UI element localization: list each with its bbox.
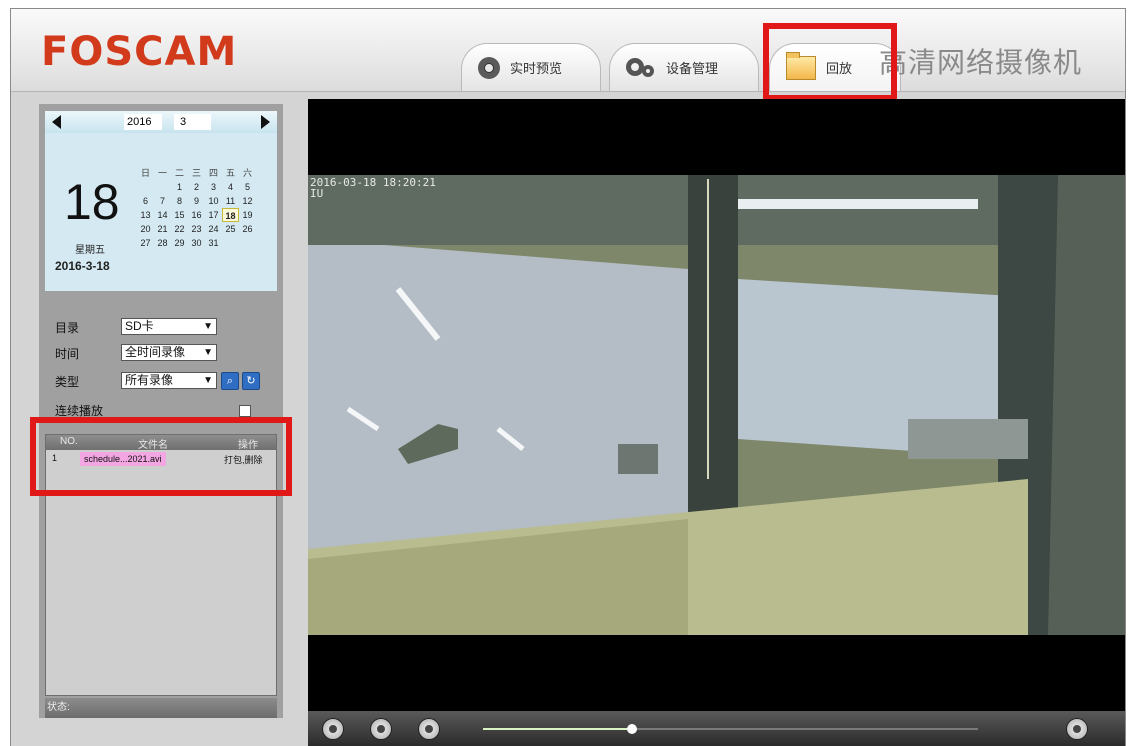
tab-device-settings-label: 设备管理 [666, 61, 719, 76]
calendar-day[interactable]: 22 [171, 222, 188, 236]
calendar-day[interactable]: 16 [188, 208, 205, 222]
target-select-value: SD卡 [125, 319, 154, 333]
weekday-header: 四 [208, 168, 218, 178]
calendar-day[interactable]: 6 [137, 194, 154, 208]
progress-slider[interactable] [483, 724, 978, 734]
chevron-down-icon: ▼ [203, 347, 213, 358]
playback-controls [308, 711, 1125, 746]
header: FOSCAM 实时预览 设备管理 回放 高清网络摄像机 [11, 9, 1125, 92]
calendar-day[interactable]: 14 [154, 208, 171, 222]
type-select[interactable]: 所有录像 ▼ [121, 372, 217, 389]
search-button[interactable]: ⌕ [221, 372, 239, 390]
gears-icon [626, 57, 656, 78]
calendar-day[interactable]: 10 [205, 194, 222, 208]
chevron-down-icon: ▼ [203, 375, 213, 386]
calendar-day[interactable]: 25 [222, 222, 239, 236]
calendar-empty-cell [154, 180, 171, 194]
calendar-day[interactable]: 21 [154, 222, 171, 236]
continuous-play-checkbox[interactable] [239, 405, 251, 417]
calendar-day[interactable]: 26 [239, 222, 256, 236]
weekday-header: 日 [140, 168, 150, 178]
progress-handle[interactable] [626, 724, 637, 734]
volume-button[interactable] [418, 718, 440, 740]
prev-month-arrow-icon[interactable] [52, 115, 61, 129]
calendar-empty-cell [137, 180, 154, 194]
next-month-arrow-icon[interactable] [261, 115, 270, 129]
fullscreen-button[interactable] [1066, 718, 1088, 740]
playback-sidebar: 2016 3 18 星期五 2016-3-18 日一二三四五六123456789… [39, 104, 283, 718]
calendar-empty-cell [222, 236, 239, 250]
calendar-day[interactable]: 29 [171, 236, 188, 250]
time-label: 时间 [55, 347, 80, 361]
chevron-down-icon: ▼ [203, 321, 213, 332]
play-icon [329, 725, 337, 733]
tab-live-view[interactable]: 实时预览 [461, 43, 601, 91]
osd-timestamp: 2016-03-18 18:20:21 [310, 176, 436, 189]
speaker-icon [425, 725, 433, 733]
calendar-day[interactable]: 1 [171, 180, 188, 194]
calendar-nav: 2016 3 [45, 111, 277, 133]
stop-button[interactable] [370, 718, 392, 740]
refresh-button[interactable]: ↻ [242, 372, 260, 390]
calendar-day[interactable]: 27 [137, 236, 154, 250]
target-label: 目录 [55, 321, 80, 335]
calendar-day[interactable]: 7 [154, 194, 171, 208]
time-select-value: 全时间录像 [125, 345, 186, 359]
calendar-day[interactable]: 3 [205, 180, 222, 194]
refresh-icon: ↻ [246, 375, 256, 387]
calendar-day[interactable]: 2 [188, 180, 205, 194]
osd-camera-name: IU [310, 187, 324, 200]
calendar-day-grid: 日一二三四五六 1 2 3 4 5 6 7 8 9 10 11 12 13 14 15 16 17 18 19 20 21… [137, 166, 256, 250]
calendar: 2016 3 18 星期五 2016-3-18 日一二三四五六123456789… [45, 111, 277, 291]
app-window: FOSCAM 实时预览 设备管理 回放 高清网络摄像机 2016 3 18 星期… [10, 8, 1126, 746]
status-bar: 状态: [45, 698, 277, 718]
playback-tab-highlight [763, 23, 897, 101]
time-select[interactable]: 全时间录像 ▼ [121, 344, 217, 361]
month-input[interactable]: 3 [174, 114, 211, 130]
selected-weekday: 星期五 [75, 245, 105, 256]
calendar-day[interactable]: 8 [171, 194, 188, 208]
product-title: 高清网络摄像机 [879, 46, 1083, 79]
selected-day-number: 18 [64, 174, 120, 230]
calendar-day[interactable]: 18 [222, 208, 239, 222]
video-player[interactable]: 2016-03-18 18:20:21 IU [308, 99, 1125, 711]
tab-live-view-label: 实时预览 [510, 61, 563, 76]
weekday-header: 六 [242, 168, 252, 178]
video-timestamp-overlay: 2016-03-18 18:20:21 IU [310, 177, 436, 199]
year-input[interactable]: 2016 [124, 114, 162, 130]
type-select-value: 所有录像 [125, 373, 174, 387]
calendar-day[interactable]: 5 [239, 180, 256, 194]
calendar-day[interactable]: 9 [188, 194, 205, 208]
weekday-header: 三 [191, 168, 201, 178]
calendar-day[interactable]: 31 [205, 236, 222, 250]
calendar-day[interactable]: 19 [239, 208, 256, 222]
calendar-day[interactable]: 11 [222, 194, 239, 208]
calendar-day[interactable]: 23 [188, 222, 205, 236]
tab-device-settings[interactable]: 设备管理 [609, 43, 759, 91]
search-icon: ⌕ [226, 375, 234, 387]
webcam-icon [478, 56, 500, 79]
calendar-day[interactable]: 20 [137, 222, 154, 236]
play-button[interactable] [322, 718, 344, 740]
selected-full-date: 2016-3-18 [55, 259, 110, 273]
calendar-empty-cell [239, 236, 256, 250]
calendar-day[interactable]: 17 [205, 208, 222, 222]
type-label: 类型 [55, 375, 80, 389]
calendar-day[interactable]: 12 [239, 194, 256, 208]
calendar-day[interactable]: 24 [205, 222, 222, 236]
calendar-day[interactable]: 4 [222, 180, 239, 194]
brand-logo: FOSCAM [41, 29, 238, 75]
calendar-day[interactable]: 13 [137, 208, 154, 222]
fullscreen-icon [1073, 725, 1081, 733]
weekday-header: 一 [157, 168, 167, 178]
calendar-day[interactable]: 28 [154, 236, 171, 250]
stop-icon [377, 725, 385, 733]
file-list-highlight [30, 417, 292, 496]
weekday-header: 五 [225, 168, 235, 178]
progress-fill [483, 728, 632, 730]
weekday-header: 二 [174, 168, 184, 178]
calendar-day[interactable]: 15 [171, 208, 188, 222]
target-select[interactable]: SD卡 ▼ [121, 318, 217, 335]
calendar-day[interactable]: 30 [188, 236, 205, 250]
